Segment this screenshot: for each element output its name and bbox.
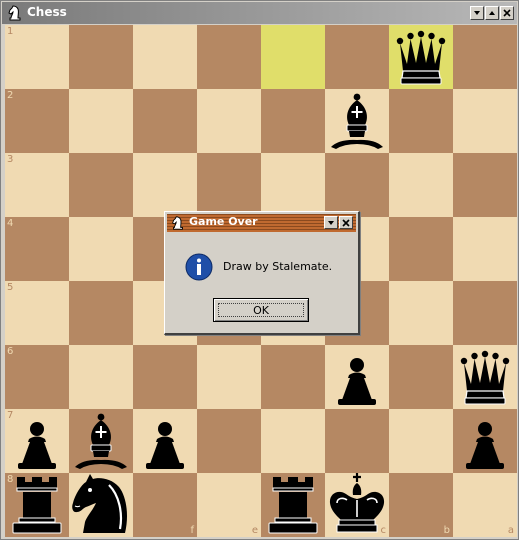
info-icon [185, 253, 213, 281]
square-f2[interactable] [133, 89, 197, 153]
chevron-up-icon [489, 11, 495, 15]
chevron-down-icon [328, 220, 334, 225]
square-g5[interactable] [69, 281, 133, 345]
dialog-title-bar[interactable]: Game Over [167, 214, 356, 232]
square-h1[interactable]: 1 [5, 25, 69, 89]
square-d1[interactable] [261, 25, 325, 89]
dialog-menu-button[interactable] [324, 216, 338, 229]
black-queen-icon[interactable] [389, 25, 453, 89]
square-b8[interactable]: b [389, 473, 453, 537]
black-rook-icon[interactable] [5, 473, 69, 537]
dialog-close-button[interactable] [339, 216, 353, 229]
square-d2[interactable] [261, 89, 325, 153]
rank-label: 6 [7, 346, 14, 357]
square-g4[interactable] [69, 217, 133, 281]
black-pawn-icon[interactable] [133, 409, 197, 473]
square-e2[interactable] [197, 89, 261, 153]
square-g3[interactable] [69, 153, 133, 217]
square-b6[interactable] [389, 345, 453, 409]
square-e6[interactable] [197, 345, 261, 409]
square-a8[interactable]: a [453, 473, 517, 537]
square-d3[interactable] [261, 153, 325, 217]
square-c3[interactable] [325, 153, 389, 217]
square-h4[interactable]: 4 [5, 217, 69, 281]
black-rook-icon[interactable] [261, 473, 325, 537]
square-b4[interactable] [389, 217, 453, 281]
file-label: b [443, 525, 450, 536]
square-d6[interactable] [261, 345, 325, 409]
maximize-button[interactable] [485, 6, 499, 20]
file-label: e [251, 525, 258, 536]
square-b5[interactable] [389, 281, 453, 345]
square-e1[interactable] [197, 25, 261, 89]
square-e8[interactable]: e [197, 473, 261, 537]
black-bishop-icon[interactable] [325, 89, 389, 153]
square-g6[interactable] [69, 345, 133, 409]
black-queen-icon[interactable] [453, 345, 517, 409]
square-c7[interactable] [325, 409, 389, 473]
rank-label: 2 [7, 90, 14, 101]
rank-label: 1 [7, 26, 14, 37]
rank-label: 4 [7, 218, 14, 229]
close-button[interactable] [500, 6, 514, 20]
close-icon [503, 9, 511, 17]
square-a3[interactable] [453, 153, 517, 217]
rank-label: 5 [7, 282, 14, 293]
black-pawn-icon[interactable] [453, 409, 517, 473]
black-bishop-icon[interactable] [69, 409, 133, 473]
square-a4[interactable] [453, 217, 517, 281]
window-title: Chess [27, 5, 67, 19]
focus-ring [218, 303, 304, 317]
black-king-icon[interactable] [325, 473, 389, 537]
dialog-message: Draw by Stalemate. [223, 260, 333, 273]
dialog-title: Game Over [189, 215, 258, 228]
close-icon [342, 218, 350, 227]
square-g2[interactable] [69, 89, 133, 153]
square-a2[interactable] [453, 89, 517, 153]
file-label: f [190, 525, 194, 536]
chevron-down-icon [474, 11, 480, 15]
chess-window: Chess 12345678fecba Game Over Draw by St… [0, 0, 519, 540]
square-f6[interactable] [133, 345, 197, 409]
knight-icon [8, 5, 21, 21]
square-h3[interactable]: 3 [5, 153, 69, 217]
square-f1[interactable] [133, 25, 197, 89]
knight-icon [172, 216, 183, 230]
minimize-button[interactable] [470, 6, 484, 20]
square-f3[interactable] [133, 153, 197, 217]
black-knight-icon[interactable] [69, 473, 133, 537]
square-b2[interactable] [389, 89, 453, 153]
rank-label: 3 [7, 154, 14, 165]
black-pawn-icon[interactable] [5, 409, 69, 473]
square-b7[interactable] [389, 409, 453, 473]
game-over-dialog: Game Over Draw by Stalemate. OK [164, 211, 360, 335]
square-e3[interactable] [197, 153, 261, 217]
file-label: a [507, 525, 514, 536]
square-e7[interactable] [197, 409, 261, 473]
title-bar[interactable]: Chess [2, 2, 517, 24]
square-b3[interactable] [389, 153, 453, 217]
square-h5[interactable]: 5 [5, 281, 69, 345]
square-g1[interactable] [69, 25, 133, 89]
square-h2[interactable]: 2 [5, 89, 69, 153]
square-f8[interactable]: f [133, 473, 197, 537]
ok-button[interactable]: OK [213, 298, 309, 322]
square-a5[interactable] [453, 281, 517, 345]
square-c1[interactable] [325, 25, 389, 89]
black-pawn-icon[interactable] [325, 345, 389, 409]
square-d7[interactable] [261, 409, 325, 473]
square-h6[interactable]: 6 [5, 345, 69, 409]
square-a1[interactable] [453, 25, 517, 89]
